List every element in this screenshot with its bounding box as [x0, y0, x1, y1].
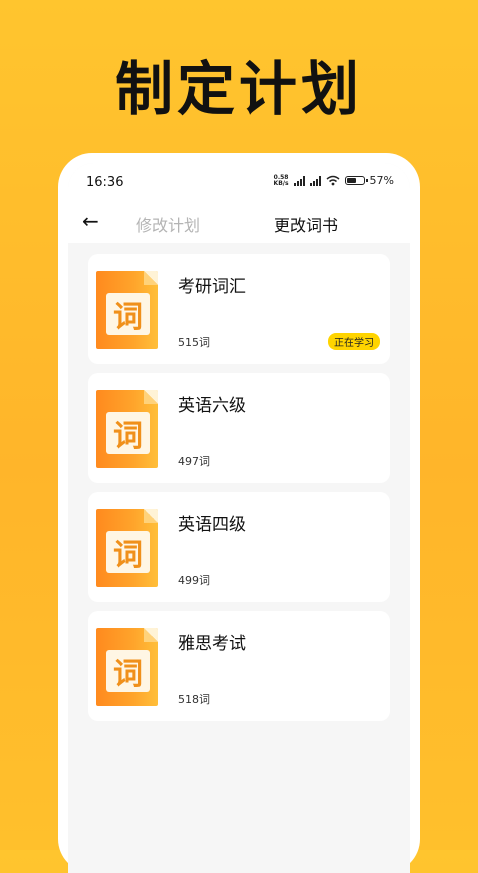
- status-icons: 0.58 KB/s 57%: [274, 174, 394, 187]
- book-title: 英语四级: [178, 515, 246, 535]
- book-card[interactable]: 词 英语四级 499词: [88, 492, 390, 602]
- word-count: 497词: [178, 455, 210, 468]
- book-title: 雅思考试: [178, 634, 246, 654]
- status-bar: 16:36 0.58 KB/s 57%: [68, 163, 410, 201]
- book-card[interactable]: 词 英语六级 497词: [88, 373, 390, 483]
- battery-icon: [344, 176, 368, 185]
- promo-headline: 制定计划: [114, 55, 363, 123]
- nav-bar: ← 修改计划 更改词书: [68, 201, 410, 243]
- book-cover-icon: 词: [96, 509, 158, 587]
- book-card[interactable]: 词 考研词汇 515词 正在学习: [88, 254, 390, 364]
- book-title: 英语六级: [178, 396, 246, 416]
- word-count: 515词: [178, 336, 210, 349]
- app-screen: 16:36 0.58 KB/s 57% ← 修改计划 更改词书 词 考研词汇 5…: [68, 163, 410, 873]
- wifi-icon: [326, 175, 340, 186]
- word-count: 499词: [178, 574, 210, 587]
- book-cover-icon: 词: [96, 390, 158, 468]
- tab-change-book[interactable]: 更改词书: [274, 212, 338, 236]
- book-card[interactable]: 词 雅思考试 518词: [88, 611, 390, 721]
- battery-level: 57%: [369, 174, 394, 187]
- arrow-left-icon[interactable]: ←: [82, 209, 99, 233]
- book-title: 考研词汇: [178, 277, 246, 297]
- net-speed: 0.58 KB/s: [273, 173, 289, 187]
- status-time: 16:36: [86, 175, 124, 190]
- signal-icon: [293, 175, 305, 186]
- signal-icon: [309, 175, 321, 186]
- book-cover-icon: 词: [96, 628, 158, 706]
- phone-frame: 16:36 0.58 KB/s 57% ← 修改计划 更改词书 词 考研词汇 5…: [58, 153, 420, 873]
- tab-modify-plan[interactable]: 修改计划: [136, 212, 200, 236]
- word-count: 518词: [178, 693, 210, 706]
- book-list: 词 考研词汇 515词 正在学习 词 英语六级 497词 词 英语四级 499词…: [88, 254, 390, 730]
- status-badge: 正在学习: [328, 333, 380, 350]
- book-cover-icon: 词: [96, 271, 158, 349]
